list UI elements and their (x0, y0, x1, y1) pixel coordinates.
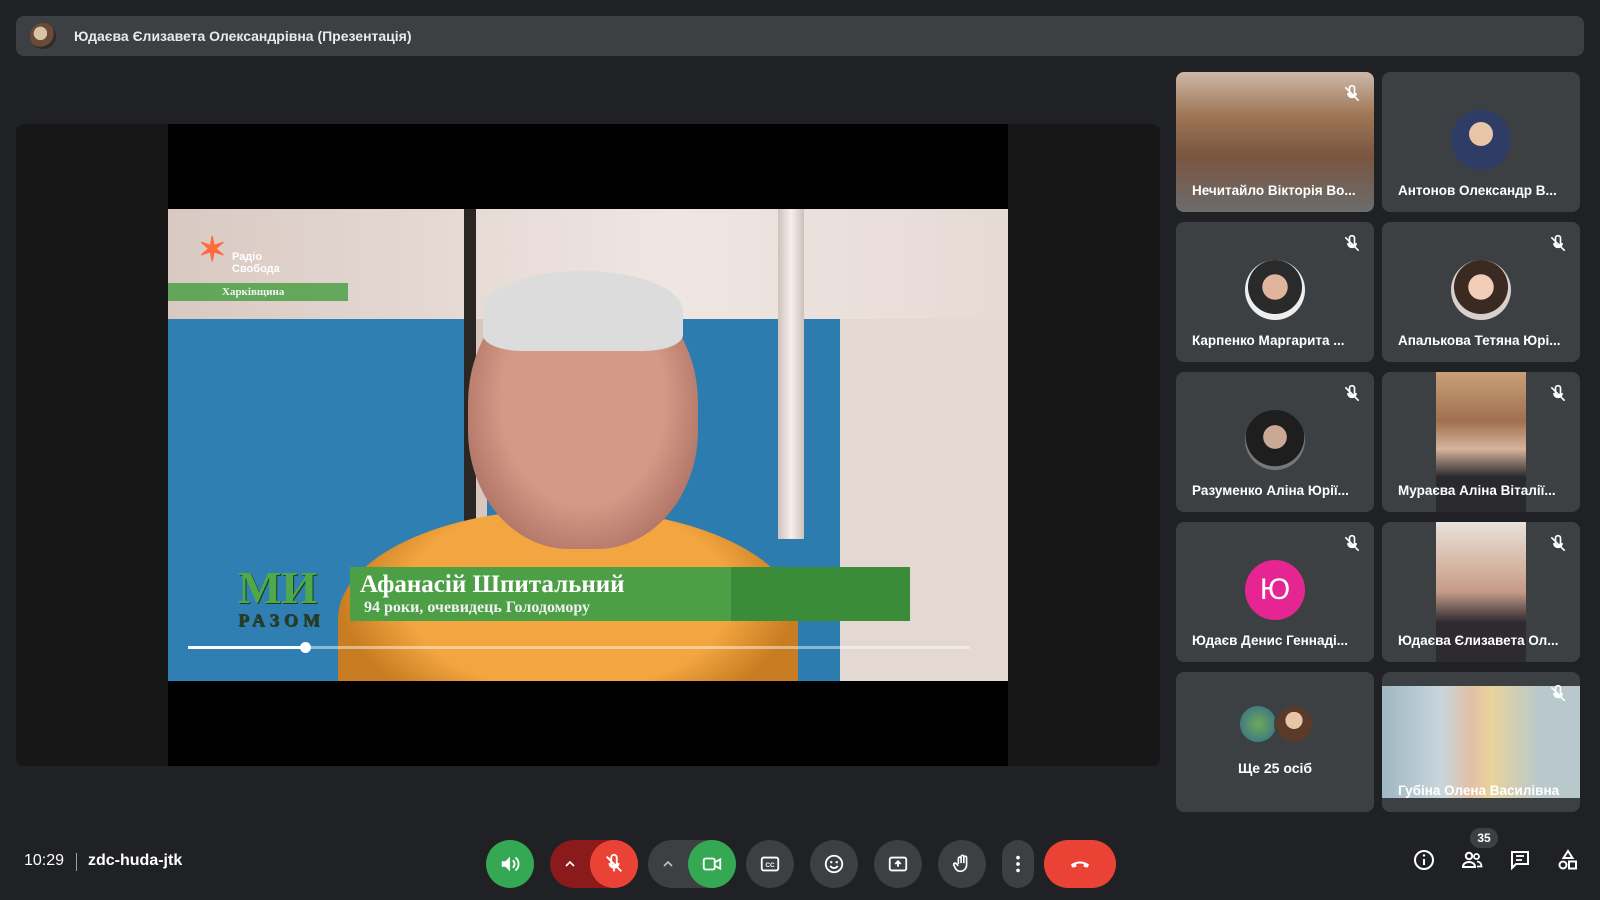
mic-off-icon (1344, 234, 1360, 252)
activities-icon (1558, 849, 1577, 870)
participant-tile[interactable]: Апалькова Тетяна Юрі... (1382, 222, 1580, 362)
chat-button[interactable] (1508, 848, 1532, 877)
participant-avatar (1451, 260, 1511, 320)
radio-logo-text: Радіо Свобода (232, 251, 280, 275)
participant-avatar: Ю (1245, 560, 1305, 620)
camera-options-button[interactable] (648, 856, 688, 872)
camera-toggle-button[interactable] (688, 840, 736, 888)
meeting-code: zdc-huda-jtk (88, 852, 183, 869)
mic-off-icon (1550, 684, 1566, 702)
participant-name: Юдаєв Денис Геннаді... (1192, 633, 1349, 648)
svg-text:CC: CC (765, 862, 775, 869)
presentation-stage[interactable]: ✶ Радіо Свобода Харківщина МИ РАЗОМ Афан… (16, 124, 1160, 766)
participant-tile[interactable]: Нечитайло Вікторія Во... (1176, 72, 1374, 212)
participant-avatar (1245, 410, 1305, 470)
participant-tile[interactable]: Губіна Олена Василівна (1382, 672, 1580, 812)
raise-hand-button[interactable] (938, 840, 986, 888)
participant-tile[interactable]: Ю Юдаєв Денис Геннаді... (1176, 522, 1374, 662)
camera-control-group (648, 840, 736, 888)
people-icon (1461, 851, 1483, 868)
info-icon (1414, 850, 1434, 870)
participant-count-badge: 35 (1470, 828, 1498, 848)
mic-off-icon (1344, 534, 1360, 552)
raise-hand-icon (952, 854, 968, 873)
participant-tile[interactable]: Карпенко Маргарита ... (1176, 222, 1374, 362)
participant-name: Антонов Олександр В... (1398, 183, 1557, 198)
participant-name: Карпенко Маргарита ... (1192, 333, 1345, 348)
people-button[interactable] (1460, 848, 1484, 877)
video-camera-icon (702, 857, 722, 871)
video-progress-fill (188, 646, 306, 649)
present-screen-button[interactable] (874, 840, 922, 888)
participant-tile[interactable]: Разуменко Аліна Юрії... (1176, 372, 1374, 512)
participant-name: Нечитайло Вікторія Во... (1192, 183, 1356, 198)
participant-name: Юдаєва Єлизавета Ол... (1398, 633, 1559, 648)
presenter-bar: Юдаєва Єлизавета Олександрівна (Презента… (16, 16, 1584, 56)
activities-button[interactable] (1556, 848, 1580, 877)
participant-avatar (1451, 110, 1511, 170)
captions-button[interactable]: CC (746, 840, 794, 888)
caption-subtitle: 94 роки, очевидець Голодомору (364, 599, 591, 616)
meeting-details-button[interactable] (1412, 848, 1436, 877)
video-frame: ✶ Радіо Свобода Харківщина МИ РАЗОМ Афан… (168, 209, 1008, 681)
participant-tile[interactable]: Юдаєва Єлизавета Ол... (1382, 522, 1580, 662)
mic-options-button[interactable] (550, 856, 590, 872)
mic-off-icon (1550, 534, 1566, 552)
more-participants-label: Ще 25 осіб (1237, 760, 1313, 776)
mic-control-group (550, 840, 638, 888)
mic-off-icon (606, 853, 622, 872)
video-progress-knob[interactable] (300, 642, 312, 653)
show-logo: МИ РАЗОМ (238, 562, 325, 630)
speaker-button[interactable] (486, 840, 534, 888)
speaker-icon (501, 856, 520, 872)
presenter-avatar (30, 23, 56, 49)
participant-name: Мураєва Аліна Віталії... (1398, 483, 1556, 498)
presentation-video[interactable]: ✶ Радіо Свобода Харківщина МИ РАЗОМ Афан… (168, 124, 1008, 766)
mic-toggle-button[interactable] (590, 840, 638, 888)
lower-third: МИ РАЗОМ Афанасій Шпитальний 94 роки, оч… (238, 562, 918, 630)
hang-up-icon (1070, 861, 1090, 868)
present-screen-icon (888, 856, 908, 872)
chevron-up-icon (565, 860, 575, 867)
participant-avatar (1245, 260, 1305, 320)
participant-tile[interactable]: Антонов Олександр В... (1382, 72, 1580, 212)
more-options-button[interactable] (1002, 840, 1034, 888)
leave-call-button[interactable] (1044, 840, 1116, 888)
video-progress-bar[interactable] (188, 642, 970, 653)
participant-name: Разуменко Аліна Юрії... (1192, 483, 1349, 498)
chevron-up-icon (663, 860, 673, 867)
caption-band: Афанасій Шпитальний 94 роки, очевидець Г… (350, 567, 910, 621)
chat-icon (1511, 851, 1529, 871)
caption-name: Афанасій Шпитальний (360, 571, 625, 598)
mic-off-icon (1344, 84, 1360, 102)
mic-off-icon (1550, 234, 1566, 252)
emoji-icon (824, 854, 844, 874)
more-participants-avatars (1238, 704, 1318, 744)
captions-icon: CC (760, 856, 780, 872)
participant-name: Апалькова Тетяна Юрі... (1398, 333, 1561, 348)
reactions-button[interactable] (810, 840, 858, 888)
participant-name: Губіна Олена Василівна (1398, 783, 1560, 798)
presenter-title: Юдаєва Єлизавета Олександрівна (Презента… (74, 28, 412, 44)
radio-logo-icon: ✶ (198, 231, 227, 269)
more-vertical-icon (1016, 855, 1020, 873)
participant-tile[interactable]: Мураєва Аліна Віталії... (1382, 372, 1580, 512)
mic-off-icon (1550, 384, 1566, 402)
mic-off-icon (1344, 384, 1360, 402)
divider (76, 853, 77, 871)
region-label: Харківщина (168, 283, 348, 301)
radio-logo: ✶ Радіо Свобода (198, 231, 280, 275)
meeting-time: 10:29 (24, 852, 65, 869)
more-participants-tile[interactable]: Ще 25 осіб (1176, 672, 1374, 812)
